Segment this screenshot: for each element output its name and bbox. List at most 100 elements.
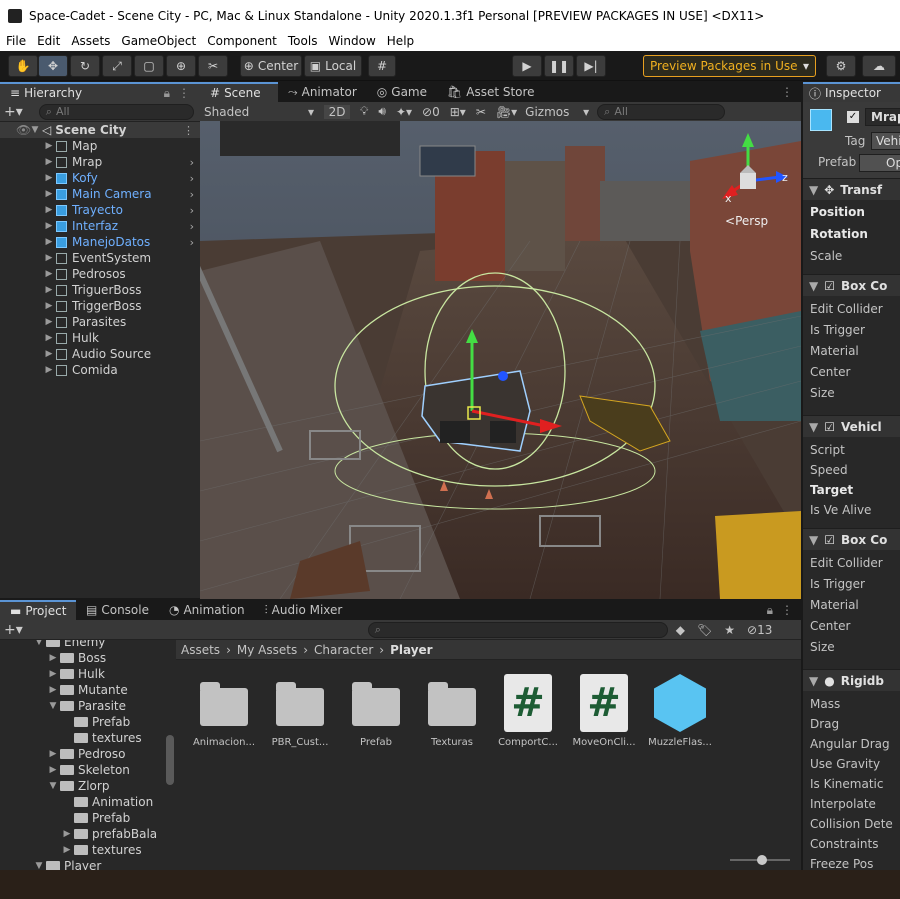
component-header[interactable]: ▼ ☑ Vehicl bbox=[803, 415, 900, 437]
asset-label[interactable]: Animacion... bbox=[184, 737, 264, 748]
project-search-input[interactable]: ⌕ bbox=[367, 621, 668, 638]
lock-icon[interactable]: 🔒︎ bbox=[767, 600, 773, 620]
object-name-field[interactable]: Mrap bbox=[865, 108, 900, 126]
tab-console[interactable]: ▤ Console bbox=[76, 600, 159, 620]
scale-tool-icon[interactable]: ⤢ bbox=[102, 55, 132, 77]
tab-game[interactable]: ◎ Game bbox=[367, 82, 437, 102]
mode-2d-toggle[interactable]: 2D bbox=[324, 104, 350, 119]
expand-arrow-icon[interactable]: ▶ bbox=[44, 301, 54, 311]
more-menu-icon[interactable]: ⋮ bbox=[781, 600, 793, 620]
hierarchy-item[interactable]: ▶ ManejoDatos › bbox=[0, 234, 200, 250]
preview-packages-dropdown[interactable]: Preview Packages in Use ▾ bbox=[643, 55, 816, 77]
tab-scene[interactable]: # Scene bbox=[200, 82, 278, 102]
menu-assets[interactable]: Assets bbox=[71, 34, 115, 48]
hierarchy-item[interactable]: ▶ Mrap › bbox=[0, 154, 200, 170]
fold-arrow-icon[interactable]: ▼ bbox=[809, 674, 818, 688]
audio-icon[interactable]: 🔊︎ bbox=[378, 104, 386, 119]
tree-folder-item[interactable]: ▶ Boss bbox=[0, 650, 175, 666]
custom-tool-icon[interactable]: ✂ bbox=[198, 55, 228, 77]
hierarchy-item[interactable]: ▶ Pedrosos bbox=[0, 266, 200, 282]
folder-icon[interactable] bbox=[276, 682, 324, 726]
expand-arrow-icon[interactable]: ▶ bbox=[62, 829, 72, 839]
add-icon[interactable]: +▾ bbox=[4, 104, 23, 120]
more-menu-icon[interactable]: ⋮ bbox=[781, 82, 793, 102]
breadcrumb-my-assets[interactable]: My Assets bbox=[237, 643, 297, 657]
favorite-icon[interactable]: ★ bbox=[724, 623, 735, 637]
tag-dropdown[interactable]: Vehi bbox=[871, 132, 900, 150]
expand-arrow-icon[interactable]: ▼ bbox=[48, 701, 58, 711]
visibility-icon[interactable]: 👁︎ bbox=[16, 123, 31, 137]
tree-folder-item[interactable]: ▶ Pedroso bbox=[0, 746, 175, 762]
asset-label[interactable]: MoveOnCli... bbox=[564, 737, 644, 748]
active-checkbox[interactable]: ✓ bbox=[847, 111, 859, 123]
fold-arrow-icon[interactable]: ▼ bbox=[809, 533, 818, 547]
tab-animator[interactable]: ⤳ Animator bbox=[278, 82, 367, 102]
scene-search-input[interactable]: ⌕ All bbox=[597, 103, 726, 120]
expand-arrow-icon[interactable]: ▼ bbox=[34, 861, 44, 870]
expand-arrow-icon[interactable]: ▶ bbox=[44, 333, 54, 343]
tab-project[interactable]: ▬ Project bbox=[0, 600, 76, 620]
asset-label[interactable]: PBR_Cust... bbox=[260, 737, 340, 748]
lighting-icon[interactable]: 💡︎ bbox=[360, 104, 368, 119]
pivot-center-toggle[interactable]: ⊕ Center bbox=[240, 55, 302, 77]
component-header[interactable]: ▼ ● Rigidb bbox=[803, 669, 900, 691]
expand-arrow-icon[interactable]: ▶ bbox=[44, 365, 54, 375]
cloud-icon[interactable]: ☁ bbox=[862, 55, 896, 77]
menu-gameobject[interactable]: GameObject bbox=[121, 34, 201, 48]
tab-hierarchy[interactable]: ≡ Hierarchy 🔒︎ ⋮ bbox=[0, 82, 200, 102]
pause-button[interactable]: ❚❚ bbox=[544, 55, 574, 77]
expand-arrow-icon[interactable]: ▶ bbox=[44, 269, 54, 279]
hierarchy-scene-row[interactable]: 👁︎ ▼ ◁ Scene City ⋮ bbox=[0, 122, 200, 138]
expand-arrow-icon[interactable]: ▶ bbox=[44, 221, 54, 231]
grid-toggle-icon[interactable]: ⊞▾ bbox=[450, 105, 466, 119]
zoom-slider-handle[interactable] bbox=[757, 855, 767, 865]
expand-arrow-icon[interactable]: ▶ bbox=[44, 141, 54, 151]
tree-folder-item[interactable]: ▶ Hulk bbox=[0, 666, 175, 682]
hierarchy-search-input[interactable]: ⌕ All bbox=[38, 103, 194, 120]
expand-arrow-icon[interactable]: ▶ bbox=[48, 749, 58, 759]
create-icon[interactable]: +▾ bbox=[4, 622, 23, 638]
expand-arrow-icon[interactable]: ▶ bbox=[44, 349, 54, 359]
move-tool-icon[interactable]: ✥ bbox=[38, 55, 68, 77]
menu-help[interactable]: Help bbox=[387, 34, 419, 48]
persp-label[interactable]: <Persp bbox=[725, 214, 768, 228]
component-header[interactable]: ▼ ☑ Box Co bbox=[803, 274, 900, 296]
tree-folder-item[interactable]: Prefab bbox=[0, 810, 175, 826]
breadcrumb-character[interactable]: Character bbox=[314, 643, 373, 657]
hierarchy-item[interactable]: ▶ TriguerBoss bbox=[0, 282, 200, 298]
hierarchy-item[interactable]: ▶ Map bbox=[0, 138, 200, 154]
pivot-local-toggle[interactable]: ▣ Local bbox=[304, 55, 362, 77]
fold-arrow-icon[interactable]: ▼ bbox=[809, 420, 818, 434]
expand-arrow-icon[interactable]: ▼ bbox=[34, 640, 44, 647]
tree-folder-item[interactable]: ▶ Mutante bbox=[0, 682, 175, 698]
hierarchy-item[interactable]: ▶ Main Camera › bbox=[0, 186, 200, 202]
expand-arrow-icon[interactable]: ▶ bbox=[44, 157, 54, 167]
expand-arrow-icon[interactable]: ▶ bbox=[44, 237, 54, 247]
menu-component[interactable]: Component bbox=[207, 34, 282, 48]
hierarchy-item[interactable]: ▶ Parasites bbox=[0, 314, 200, 330]
hand-tool-icon[interactable]: ✋ bbox=[8, 55, 38, 77]
breadcrumb-assets[interactable]: Assets bbox=[181, 643, 220, 657]
gizmos-dropdown[interactable]: Gizmos ▾ bbox=[525, 105, 589, 119]
filter-label-icon[interactable]: 🏷︎ bbox=[697, 623, 712, 637]
tree-folder-item[interactable]: ▶ textures bbox=[0, 842, 175, 858]
hierarchy-item[interactable]: ▶ Kofy › bbox=[0, 170, 200, 186]
menu-file[interactable]: File bbox=[6, 34, 31, 48]
chevron-right-icon[interactable]: › bbox=[190, 172, 194, 185]
csharp-script-icon[interactable]: # bbox=[580, 674, 628, 732]
menu-tools[interactable]: Tools bbox=[288, 34, 323, 48]
expand-arrow-icon[interactable]: ▶ bbox=[48, 653, 58, 663]
tab-audio-mixer[interactable]: ⫶ Audio Mixer bbox=[255, 600, 353, 620]
prefab-cube-icon[interactable] bbox=[654, 674, 706, 732]
csharp-script-icon[interactable]: # bbox=[504, 674, 552, 732]
gizmo-z-handle[interactable] bbox=[498, 371, 508, 381]
hierarchy-item[interactable]: ▶ Interfaz › bbox=[0, 218, 200, 234]
hierarchy-item[interactable]: ▶ Trayecto › bbox=[0, 202, 200, 218]
folder-icon[interactable] bbox=[200, 682, 248, 726]
asset-label[interactable]: ComportC... bbox=[488, 737, 568, 748]
tree-folder-item[interactable]: ▼ Player bbox=[0, 858, 175, 870]
grid-snap-icon[interactable]: # bbox=[368, 55, 396, 77]
chevron-right-icon[interactable]: › bbox=[190, 188, 194, 201]
folder-icon[interactable] bbox=[352, 682, 400, 726]
tree-folder-item[interactable]: ▼ Enemy bbox=[0, 640, 175, 650]
